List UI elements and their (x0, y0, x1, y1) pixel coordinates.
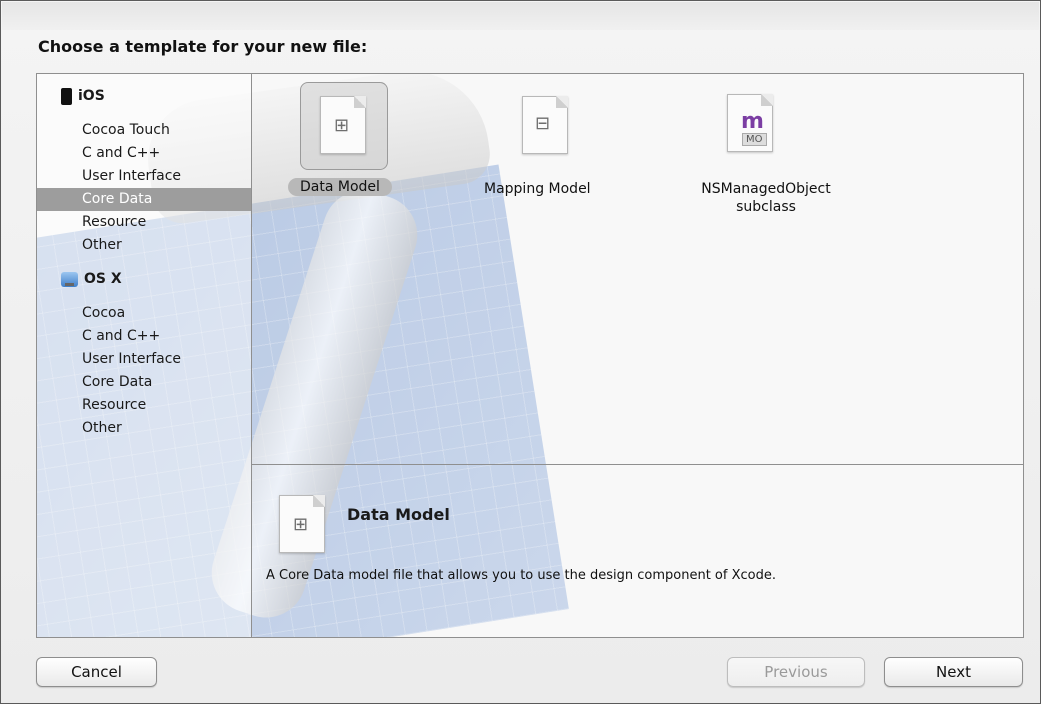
sidebar-section-osx: OS X (61, 268, 122, 290)
template-data-model[interactable]: ⊞ Data Model (288, 82, 450, 202)
previous-button[interactable]: Previous (727, 657, 865, 687)
sidebar-section-label: OS X (84, 271, 122, 287)
sidebar-item-ios-user-interface[interactable]: User Interface (37, 165, 251, 188)
template-grid: ⊞ Data Model ⊟ Mapping Model m MO NSMana… (252, 74, 1023, 464)
sidebar-item-ios-other[interactable]: Other (37, 234, 251, 257)
next-button[interactable]: Next (884, 657, 1023, 687)
template-chooser-sheet: Choose a template for your new file: iOS… (0, 0, 1041, 704)
sidebar-section-label: iOS (78, 88, 105, 104)
template-label: Data Model (288, 178, 392, 196)
platform-category-sidebar: iOS Cocoa Touch C and C++ User Interface… (37, 74, 252, 637)
window-toolbar-background (2, 2, 1039, 30)
sidebar-item-osx-other[interactable]: Other (37, 417, 251, 440)
mac-icon (61, 271, 78, 287)
description-title: Data Model (347, 505, 450, 524)
data-model-file-icon: ⊞ (320, 96, 366, 154)
sidebar-item-ios-resource[interactable]: Resource (37, 211, 251, 234)
template-chooser-frame: iOS Cocoa Touch C and C++ User Interface… (36, 73, 1024, 638)
sidebar-item-osx-cocoa[interactable]: Cocoa (37, 302, 251, 325)
sidebar-item-osx-user-interface[interactable]: User Interface (37, 348, 251, 371)
data-model-file-icon: ⊞ (279, 495, 325, 553)
template-description-panel: ⊞ Data Model A Core Data model file that… (252, 464, 1023, 637)
iphone-icon (61, 87, 72, 105)
sidebar-item-osx-resource[interactable]: Resource (37, 394, 251, 417)
dialog-title: Choose a template for your new file: (38, 37, 368, 56)
sidebar-item-osx-c-and-cpp[interactable]: C and C++ (37, 325, 251, 348)
mapping-model-file-icon: ⊟ (522, 96, 568, 154)
sidebar-item-ios-core-data[interactable]: Core Data (37, 188, 251, 211)
template-nsmanagedobject-subclass[interactable]: m MO NSManagedObject subclass (692, 82, 842, 232)
cancel-button[interactable]: Cancel (36, 657, 157, 687)
template-label: NSManagedObject subclass (701, 181, 831, 215)
managed-object-file-icon: m MO (727, 94, 773, 152)
sidebar-item-ios-c-and-cpp[interactable]: C and C++ (37, 142, 251, 165)
sidebar-section-ios: iOS (61, 85, 105, 107)
sidebar-item-osx-core-data[interactable]: Core Data (37, 371, 251, 394)
template-mapping-model[interactable]: ⊟ Mapping Model (484, 82, 654, 202)
description-text: A Core Data model file that allows you t… (266, 568, 776, 583)
sidebar-item-ios-cocoa-touch[interactable]: Cocoa Touch (37, 119, 251, 142)
template-label: Mapping Model (484, 181, 591, 197)
